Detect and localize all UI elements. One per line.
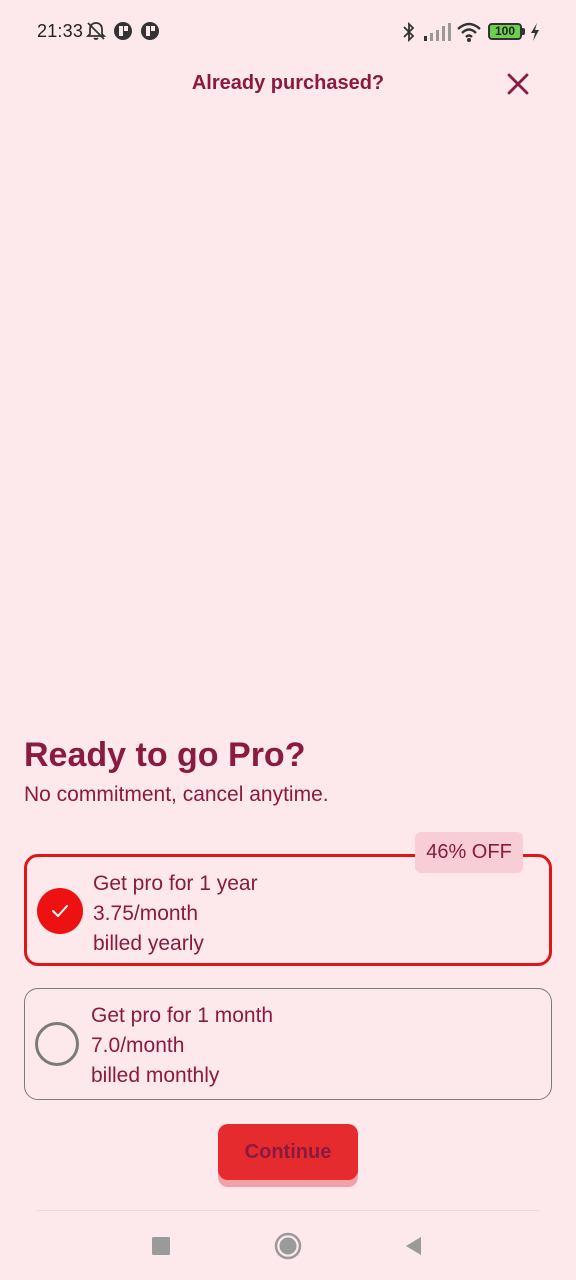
plan-title: Get pro for 1 month: [91, 1004, 274, 1027]
already-purchased-link[interactable]: Already purchased?: [0, 72, 576, 95]
charging-icon: [531, 23, 539, 41]
plan-billing: billed monthly: [91, 1064, 220, 1087]
back-icon[interactable]: [398, 1230, 430, 1262]
discount-badge: 46% OFF: [415, 832, 523, 873]
signal-icon: [424, 23, 451, 41]
plan-details: Get pro for 1 year 3.75/month billed yea…: [93, 869, 258, 959]
home-icon[interactable]: [272, 1230, 304, 1262]
divider: [36, 1210, 540, 1211]
continue-button[interactable]: Continue: [218, 1124, 358, 1180]
bell-off-icon: [85, 22, 107, 40]
recent-apps-icon[interactable]: [145, 1230, 177, 1262]
battery-level: 100: [494, 24, 516, 38]
plan-billing: billed yearly: [93, 932, 204, 955]
battery-icon: 100: [488, 20, 526, 44]
wifi-icon: [457, 22, 481, 42]
page-subtitle: No commitment, cancel anytime.: [24, 783, 329, 806]
plan-option-monthly[interactable]: Get pro for 1 month 7.0/month billed mon…: [24, 988, 552, 1100]
radio-unchecked[interactable]: [35, 1022, 79, 1066]
checkmark-icon: [52, 905, 68, 917]
app-notification-icon: [114, 22, 132, 40]
close-icon[interactable]: [502, 68, 534, 100]
status-bar: 21:33 100: [0, 0, 576, 64]
status-time: 21:33: [37, 21, 84, 41]
plan-details: Get pro for 1 month 7.0/month billed mon…: [91, 1001, 273, 1091]
app-notification-icon: [141, 22, 159, 40]
radio-checked[interactable]: [37, 888, 83, 934]
paywall-screen: 21:33 100 Already purchased? Ready to go…: [0, 0, 576, 1280]
page-title: Ready to go Pro?: [24, 736, 306, 774]
plan-price: 3.75/month: [93, 902, 199, 925]
bluetooth-icon: [403, 21, 415, 43]
plan-price: 7.0/month: [91, 1034, 185, 1057]
plan-title: Get pro for 1 year: [93, 872, 258, 895]
